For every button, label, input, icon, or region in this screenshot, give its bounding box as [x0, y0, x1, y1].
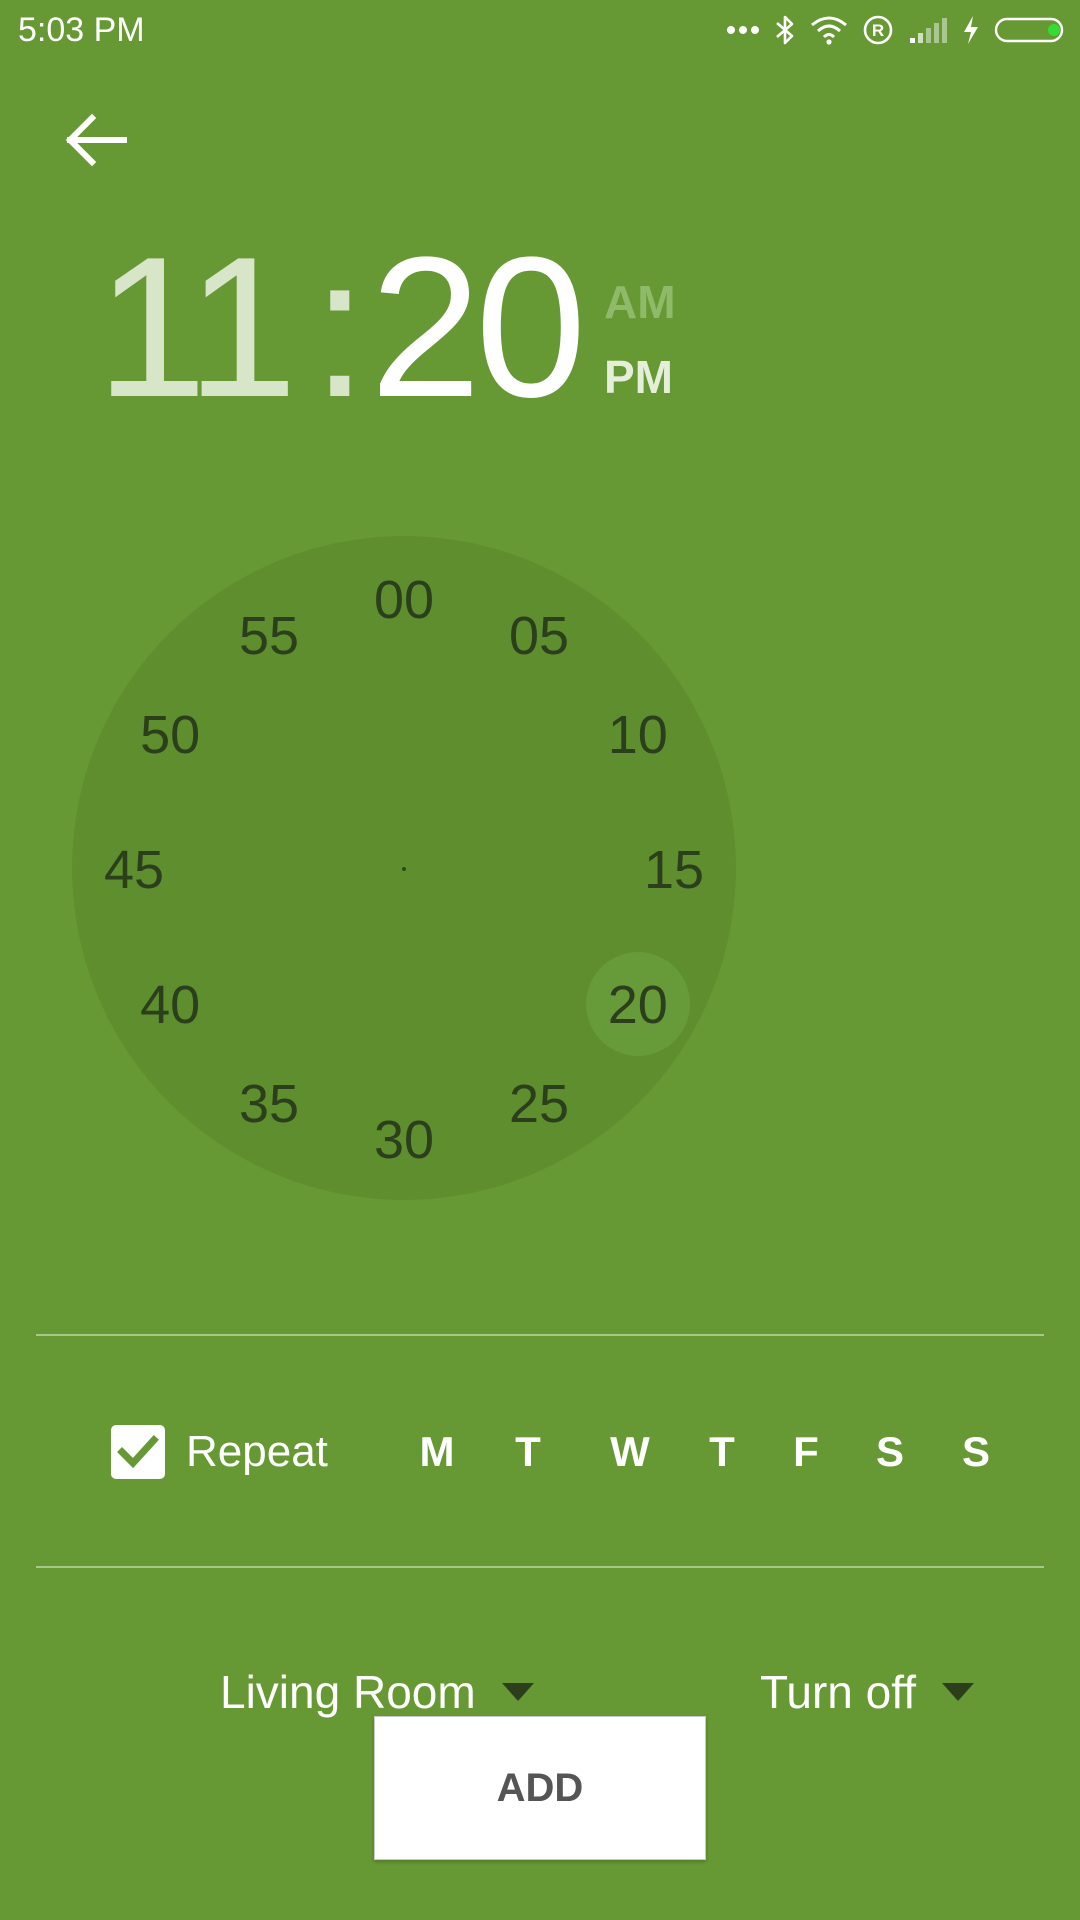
day-thursday[interactable]: T — [692, 1424, 752, 1480]
status-icons: R — [726, 10, 1066, 50]
divider-bottom — [36, 1566, 1044, 1568]
dial-minute-45[interactable]: 45 — [84, 840, 184, 900]
hours-display[interactable]: 11 — [96, 228, 298, 428]
action-dropdown[interactable]: Turn off — [760, 1662, 974, 1722]
dial-minute-00[interactable]: 00 — [354, 570, 454, 630]
status-time: 5:03 PM — [18, 11, 145, 49]
day-sunday[interactable]: S — [946, 1424, 1006, 1480]
day-tuesday[interactable]: T — [498, 1424, 558, 1480]
dial-minute-20[interactable]: 20 — [588, 975, 688, 1035]
device-dropdown-label: Living Room — [220, 1666, 476, 1718]
dial-minute-40[interactable]: 40 — [120, 975, 220, 1035]
action-dropdown-label: Turn off — [760, 1666, 916, 1718]
dropdown-arrow-icon — [501, 1683, 534, 1701]
svg-text:R: R — [872, 21, 884, 40]
charging-icon — [962, 15, 980, 45]
back-button[interactable] — [58, 102, 134, 178]
dial-minute-35[interactable]: 35 — [219, 1074, 319, 1134]
day-friday[interactable]: F — [776, 1424, 836, 1480]
dial-center-dot — [402, 867, 406, 871]
repeat-label: Repeat — [186, 1427, 328, 1476]
dial-minute-25[interactable]: 25 — [489, 1074, 589, 1134]
dial-minute-55[interactable]: 55 — [219, 606, 319, 666]
signal-icon — [908, 16, 948, 44]
dropdown-arrow-icon — [941, 1683, 974, 1701]
repeat-checkbox[interactable] — [111, 1425, 165, 1479]
wifi-icon — [810, 15, 848, 45]
bluetooth-icon — [774, 14, 796, 46]
dial-minute-10[interactable]: 10 — [588, 705, 688, 765]
am-toggle[interactable]: AM — [604, 275, 676, 329]
dial-minute-15[interactable]: 15 — [624, 840, 724, 900]
day-wednesday[interactable]: W — [600, 1424, 660, 1480]
time-separator: : — [312, 216, 368, 439]
arrow-left-icon — [65, 113, 127, 167]
device-dropdown[interactable]: Living Room — [220, 1662, 534, 1722]
pm-toggle[interactable]: PM — [604, 350, 673, 404]
battery-icon — [994, 16, 1066, 44]
more-dots-icon — [726, 25, 760, 35]
minutes-display[interactable]: 20 — [370, 228, 586, 428]
registered-icon: R — [862, 14, 894, 46]
day-saturday[interactable]: S — [860, 1424, 920, 1480]
day-monday[interactable]: M — [407, 1424, 467, 1480]
dial-minute-05[interactable]: 05 — [489, 606, 589, 666]
divider-top — [36, 1334, 1044, 1336]
checkmark-icon — [117, 1435, 159, 1469]
dial-minute-50[interactable]: 50 — [120, 705, 220, 765]
add-button[interactable]: ADD — [374, 1716, 706, 1860]
dial-minute-30[interactable]: 30 — [354, 1110, 454, 1170]
